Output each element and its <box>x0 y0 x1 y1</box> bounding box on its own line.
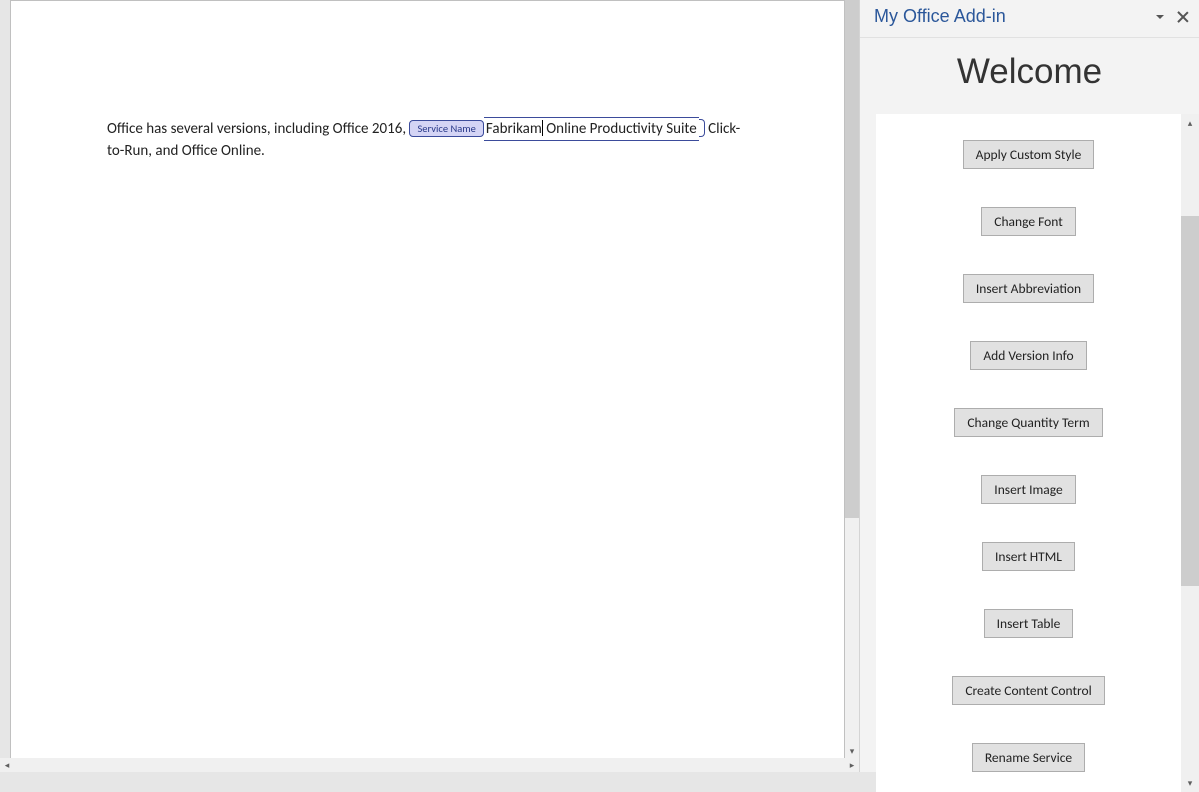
addin-content: Apply Custom Style Change Font Insert Ab… <box>876 114 1181 792</box>
addin-scroll-up-icon[interactable]: ▴ <box>1181 114 1199 132</box>
document-body[interactable]: Office has several versions, including O… <box>107 117 748 162</box>
document-area: Office has several versions, including O… <box>0 0 859 772</box>
addin-content-wrapper: Apply Custom Style Change Font Insert Ab… <box>860 114 1199 792</box>
content-control-end-handle[interactable] <box>699 119 705 137</box>
insert-abbreviation-button[interactable]: Insert Abbreviation <box>963 274 1094 303</box>
rename-service-button[interactable]: Rename Service <box>972 743 1085 772</box>
apply-custom-style-button[interactable]: Apply Custom Style <box>963 140 1095 169</box>
addin-title: My Office Add-in <box>874 6 1006 27</box>
addin-scroll-down-icon[interactable]: ▾ <box>1181 774 1199 792</box>
change-font-button[interactable]: Change Font <box>981 207 1076 236</box>
insert-html-button[interactable]: Insert HTML <box>982 542 1075 571</box>
insert-image-button[interactable]: Insert Image <box>981 475 1075 504</box>
text-cursor <box>542 120 543 136</box>
content-control-value-before: Fabrikam <box>486 120 542 138</box>
addin-header: My Office Add-in <box>860 0 1199 38</box>
addin-vertical-scrollbar[interactable]: ▴ ▾ <box>1181 114 1199 792</box>
addin-pane: My Office Add-in Welcome Apply Custom St… <box>859 0 1199 772</box>
horizontal-scrollbar[interactable]: ◂ ▸ <box>0 758 859 772</box>
vertical-scrollbar-thumb[interactable] <box>845 0 859 518</box>
content-control-value-after: Online Productivity Suite <box>543 120 697 138</box>
welcome-header: Welcome <box>860 38 1199 114</box>
insert-table-button[interactable]: Insert Table <box>984 609 1074 638</box>
content-control[interactable]: Service NameFabrikam Online Productivity… <box>409 117 704 141</box>
addin-scrollbar-thumb[interactable] <box>1181 216 1199 586</box>
content-control-tag[interactable]: Service Name <box>409 120 483 137</box>
doc-text-before: Office has several versions, including O… <box>107 120 409 138</box>
scroll-right-icon[interactable]: ▸ <box>845 758 859 772</box>
scroll-left-icon[interactable]: ◂ <box>0 758 14 772</box>
document-page[interactable]: Office has several versions, including O… <box>10 0 845 762</box>
scroll-down-icon[interactable]: ▾ <box>845 744 859 758</box>
welcome-text: Welcome <box>860 52 1199 92</box>
vertical-scrollbar[interactable]: ▾ <box>845 0 859 758</box>
close-icon[interactable] <box>1177 11 1189 23</box>
content-control-body[interactable]: Fabrikam Online Productivity Suite <box>484 117 699 141</box>
change-quantity-term-button[interactable]: Change Quantity Term <box>954 408 1102 437</box>
addin-body: Welcome Apply Custom Style Change Font I… <box>860 38 1199 792</box>
addin-header-controls <box>1155 11 1189 23</box>
dropdown-icon[interactable] <box>1155 12 1165 22</box>
add-version-info-button[interactable]: Add Version Info <box>970 341 1086 370</box>
create-content-control-button[interactable]: Create Content Control <box>952 676 1104 705</box>
